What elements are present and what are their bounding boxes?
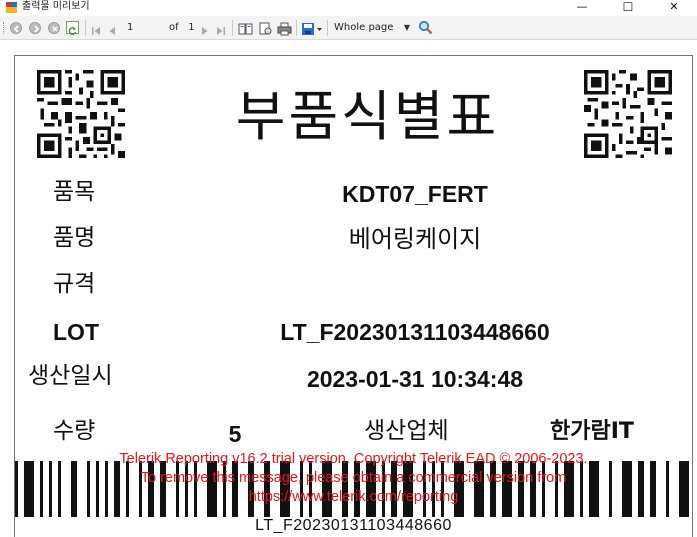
quantity-value: 5 [228,421,242,447]
part-no-label: 품목 [53,179,96,205]
report-viewport[interactable]: 부품식별표 품목 KDT07_FERT 품명 베어링케이지 규격 LOT LT_… [0,41,697,537]
total-pages: 1 [188,22,195,33]
print-icon[interactable] [277,21,292,36]
previous-page-icon[interactable] [108,22,116,35]
app-icon [6,2,17,13]
viewer-margin [0,41,14,537]
save-icon[interactable] [301,21,315,35]
zoom-select-value: Whole page [334,22,394,33]
maximize-button[interactable]: ☐ [605,0,651,15]
trial-watermark: Telerik Reporting v16.2 trial version. C… [15,450,692,507]
forward-icon[interactable] [29,22,41,34]
maker-label: 생산업체 [364,418,449,444]
qr-code-right [584,70,672,158]
save-dropdown-chevron-down-icon[interactable] [316,21,323,35]
current-page-input[interactable]: 1 [123,20,163,36]
lot-label: LOT [53,319,99,345]
part-name-label: 품명 [53,225,96,251]
toolbar: 1 of 1 Whole page ▼ [0,16,697,40]
report-title: 부품식별표 [235,85,500,148]
last-page-icon[interactable] [216,22,226,35]
back-icon[interactable] [10,22,22,34]
watermark-line-2: To remove this message, please obtain a … [140,470,567,486]
part-no-value: KDT07_FERT [342,181,488,207]
barcode-caption: LT_F20230131103448660 [255,517,452,534]
zoom-chevron-down-icon: ▼ [403,23,410,32]
report-page: 부품식별표 품목 KDT07_FERT 품명 베어링케이지 규격 LOT LT_… [14,55,693,537]
stop-icon[interactable] [48,22,60,34]
search-icon[interactable] [418,20,433,35]
document-map-icon[interactable] [238,21,253,35]
title-bar: 출력물 미리보기 — ☐ ✕ [0,0,697,15]
toolbar-separator [296,20,297,36]
qr-code-left [37,70,125,158]
maker-value: 한가람IT [550,419,634,444]
page-of-label: of 1 [169,22,195,33]
page-setup-icon[interactable] [258,21,273,35]
watermark-line-1: Telerik Reporting v16.2 trial version. C… [119,451,588,467]
toolbar-separator [327,20,328,36]
watermark-line-3: https://www.telerik.com/reporting [248,489,459,505]
part-name-value: 베어링케이지 [348,225,482,253]
toolbar-grip [3,22,6,34]
spec-label: 규격 [53,271,96,297]
refresh-icon[interactable] [66,21,79,35]
close-button[interactable]: ✕ [651,0,697,15]
zoom-select[interactable]: Whole page ▼ [332,20,412,36]
window-title: 출력물 미리보기 [22,1,90,12]
produced-at-label: 생산일시 [28,363,113,389]
quantity-label: 수량 [53,418,96,444]
next-page-icon[interactable] [201,22,209,35]
minimize-button[interactable]: — [559,0,605,15]
toolbar-separator [232,20,233,36]
produced-at-value: 2023-01-31 10:34:48 [306,366,524,392]
toolbar-separator [85,20,86,36]
first-page-icon[interactable] [91,22,101,35]
lot-value: LT_F20230131103448660 [280,319,550,345]
